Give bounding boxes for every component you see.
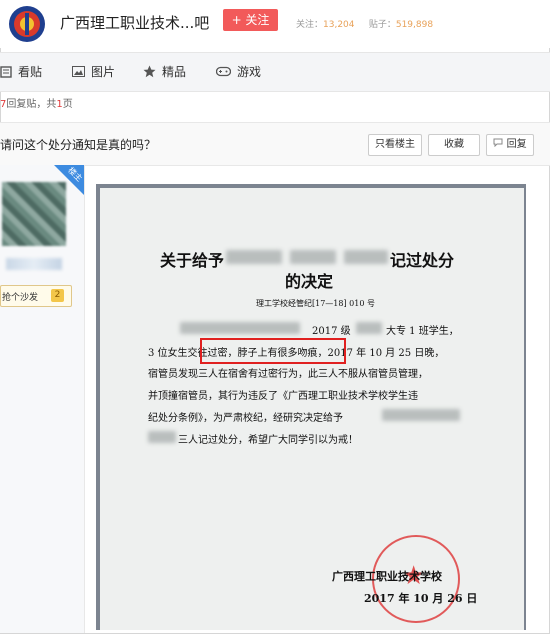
follow-count-label: 关注：: [296, 20, 324, 30]
post-icon: [0, 65, 12, 78]
doc-signature: 广西理工职业技术学校: [332, 570, 442, 583]
forum-stats: 关注：13,204 贴子：519,898: [296, 17, 433, 30]
redacted-name: [344, 250, 388, 264]
tab-images-label: 图片: [91, 65, 116, 79]
redacted-name: [382, 409, 460, 421]
doc-title-line1-end: 记过处分: [390, 251, 455, 270]
level-label: 抢个沙发: [2, 293, 39, 303]
tab-featured[interactable]: 精品: [143, 63, 186, 80]
doc-title-line1: 关于给予: [160, 251, 225, 270]
only-op-button[interactable]: 只看楼主: [368, 134, 422, 156]
doc-paragraph-line5: 纪处分条例》，为严肃校纪，经研究决定给予: [148, 413, 343, 424]
redacted-name: [356, 322, 382, 334]
author-level: 抢个沙发 2: [0, 285, 72, 307]
tab-posts-label: 看贴: [18, 65, 43, 79]
forum-header: 广西理工职业技术...吧 + 关注 关注：13,204 贴子：519,898: [0, 0, 550, 48]
follow-button[interactable]: + 关注: [223, 9, 278, 31]
doc-paragraph-line1b: 大专 1 班学生，: [386, 326, 459, 337]
doc-paragraph-line6: 三人记过处分，希望广大同学引以为戒！: [178, 435, 358, 446]
star-icon: [143, 65, 156, 78]
tab-images[interactable]: 图片: [72, 63, 115, 80]
forum-logo[interactable]: [8, 5, 46, 43]
level-number: 2: [51, 289, 64, 302]
redacted-name: [180, 322, 300, 334]
tab-games-label: 游戏: [237, 65, 262, 79]
comment-icon: [493, 138, 506, 150]
post-title: 请问这个处分通知是真的吗？: [0, 138, 157, 152]
image-icon: [72, 66, 85, 77]
reply-count-suffix: 回复贴，共: [6, 99, 57, 110]
page-count-suffix: 页: [62, 99, 73, 110]
forum-name[interactable]: 广西理工职业技术...吧: [60, 12, 209, 33]
tab-games[interactable]: 游戏: [216, 63, 261, 80]
doc-paragraph-line1a: 2017 级: [312, 326, 351, 337]
doc-title-line2: 的决定: [285, 272, 334, 291]
doc-paragraph-line4: 并顶撞宿管员，其行为违反了《广西理工职业技术学校学生违: [148, 391, 418, 402]
redacted-name: [148, 431, 176, 443]
redacted-name: [290, 250, 336, 264]
forum-nav: 看贴 图片 精品 游戏: [0, 52, 550, 92]
gamepad-icon: [216, 66, 231, 77]
post-count-label: 贴子：: [368, 20, 396, 30]
reply-button[interactable]: 回复: [486, 134, 534, 156]
avatar[interactable]: [2, 182, 66, 246]
follow-count: 13,204: [323, 20, 355, 30]
doc-paragraph-line3: 宿管员发现三人在宿舍有过密行为，此三人不服从宿管员管理，: [148, 369, 428, 380]
reply-count-info: 7回复贴，共1页: [0, 95, 73, 110]
author-username[interactable]: [6, 258, 62, 270]
tab-posts[interactable]: 看贴: [0, 63, 42, 80]
post-count: 519,898: [395, 20, 434, 30]
post-title-bar: 请问这个处分通知是真的吗？ 只看楼主 收藏 回复: [0, 122, 550, 166]
reply-button-label: 回复: [506, 139, 527, 150]
doc-date: 2017 年 10 月 26 日: [364, 592, 478, 605]
favorite-button[interactable]: 收藏: [428, 134, 480, 156]
highlight-box: [200, 338, 346, 364]
tab-featured-label: 精品: [162, 65, 187, 79]
doc-reference-number: 理工学校经管纪[17—18] 010 号: [256, 299, 375, 308]
redacted-name: [226, 250, 282, 264]
